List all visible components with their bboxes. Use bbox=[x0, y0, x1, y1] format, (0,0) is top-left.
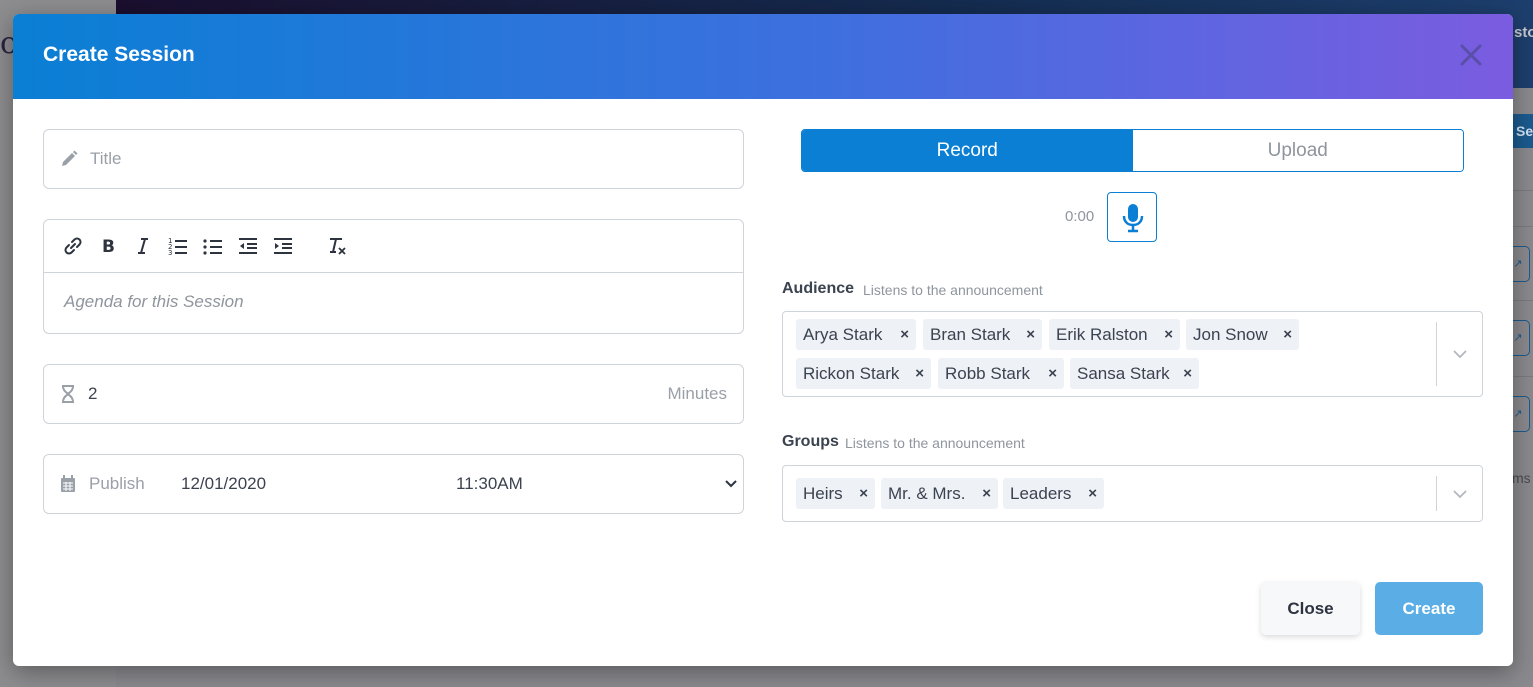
svg-text:3: 3 bbox=[168, 249, 172, 257]
group-tag: Leaders × bbox=[1003, 478, 1104, 509]
remove-tag-icon[interactable]: × bbox=[1164, 319, 1173, 350]
hourglass-icon bbox=[60, 385, 76, 408]
publish-field[interactable]: Publish 12/01/2020 11:30AM bbox=[43, 454, 744, 514]
create-button[interactable]: Create bbox=[1375, 582, 1483, 635]
audience-hint: Listens to the announcement bbox=[863, 282, 1043, 298]
agenda-placeholder: Agenda for this Session bbox=[64, 292, 244, 311]
audience-label: Audience bbox=[782, 280, 855, 297]
background-logo: oi bbox=[0, 26, 14, 61]
remove-tag-icon[interactable]: × bbox=[1088, 478, 1097, 509]
italic-icon[interactable] bbox=[132, 235, 154, 257]
remove-tag-icon[interactable]: × bbox=[1283, 319, 1292, 350]
chevron-down-icon[interactable] bbox=[1452, 347, 1468, 366]
agenda-editor[interactable]: B 123 Agenda for this Session bbox=[43, 219, 744, 334]
remove-tag-icon[interactable]: × bbox=[900, 319, 909, 350]
tab-upload[interactable]: Upload bbox=[1132, 130, 1463, 171]
duration-field[interactable]: 2 Minutes bbox=[43, 364, 744, 424]
ordered-list-icon[interactable]: 123 bbox=[167, 235, 189, 257]
remove-tag-icon[interactable]: × bbox=[1048, 358, 1057, 389]
svg-text:B: B bbox=[102, 237, 115, 257]
background-user-name: sto bbox=[1514, 24, 1533, 41]
publish-date[interactable]: 12/01/2020 bbox=[181, 474, 266, 494]
bold-icon[interactable]: B bbox=[97, 235, 119, 257]
remove-tag-icon[interactable]: × bbox=[1183, 358, 1192, 389]
select-divider bbox=[1436, 322, 1437, 386]
audience-tag: Robb Stark × bbox=[938, 358, 1064, 389]
group-tag: Mr. & Mrs. × bbox=[881, 478, 998, 509]
publish-time[interactable]: 11:30AM bbox=[456, 474, 523, 494]
groups-select[interactable]: Heirs × Mr. & Mrs. × Leaders × bbox=[782, 465, 1483, 522]
groups-label: Groups bbox=[782, 433, 839, 450]
create-session-modal: Create Session Title B 123 Agenda for th… bbox=[13, 14, 1513, 666]
remove-tag-icon[interactable]: × bbox=[982, 478, 991, 509]
remove-tag-icon[interactable]: × bbox=[1026, 319, 1035, 350]
remove-tag-icon[interactable]: × bbox=[859, 478, 868, 509]
audience-tag: Rickon Stark × bbox=[796, 358, 931, 389]
title-field[interactable]: Title bbox=[43, 129, 744, 189]
record-timer: 0:00 bbox=[1065, 208, 1095, 225]
microphone-icon bbox=[1122, 204, 1144, 233]
audience-select[interactable]: Arya Stark × Bran Stark × Erik Ralston × Jo… bbox=[782, 311, 1483, 397]
title-placeholder: Title bbox=[90, 149, 122, 168]
link-icon[interactable] bbox=[62, 235, 84, 257]
background-divider bbox=[1512, 300, 1533, 301]
calendar-icon bbox=[60, 475, 76, 498]
record-upload-toggle: Record Upload bbox=[801, 129, 1464, 172]
duration-unit: Minutes bbox=[667, 384, 727, 403]
group-tag: Heirs × bbox=[796, 478, 875, 509]
editor-toolbar: B 123 bbox=[44, 220, 743, 273]
audience-tag: Sansa Stark × bbox=[1070, 358, 1199, 389]
audience-tag: Arya Stark × bbox=[796, 319, 916, 350]
pencil-icon bbox=[60, 150, 78, 173]
background-divider bbox=[1512, 190, 1533, 191]
modal-title: Create Session bbox=[43, 43, 195, 66]
audience-tag: Bran Stark × bbox=[923, 319, 1042, 350]
groups-hint: Listens to the announcement bbox=[845, 435, 1025, 451]
record-microphone-button[interactable] bbox=[1107, 192, 1157, 242]
outdent-icon[interactable] bbox=[237, 235, 259, 257]
modal-header: Create Session bbox=[13, 14, 1513, 99]
select-divider bbox=[1436, 476, 1437, 511]
close-icon[interactable] bbox=[1457, 41, 1485, 69]
bullet-list-icon[interactable] bbox=[202, 235, 224, 257]
indent-icon[interactable] bbox=[272, 235, 294, 257]
background-divider bbox=[1512, 226, 1533, 227]
remove-tag-icon[interactable]: × bbox=[915, 358, 924, 389]
duration-value: 2 bbox=[88, 384, 98, 403]
publish-label: Publish bbox=[89, 474, 145, 493]
audience-tag: Jon Snow × bbox=[1186, 319, 1299, 350]
background-pager-text: ms bbox=[1512, 470, 1531, 486]
chevron-down-icon[interactable] bbox=[1452, 487, 1468, 506]
clear-format-icon[interactable] bbox=[326, 235, 348, 257]
background-divider bbox=[1512, 376, 1533, 377]
audience-tag: Erik Ralston × bbox=[1049, 319, 1180, 350]
chevron-down-icon[interactable] bbox=[724, 477, 738, 496]
tab-record[interactable]: Record bbox=[802, 130, 1133, 171]
close-button[interactable]: Close bbox=[1261, 582, 1360, 635]
